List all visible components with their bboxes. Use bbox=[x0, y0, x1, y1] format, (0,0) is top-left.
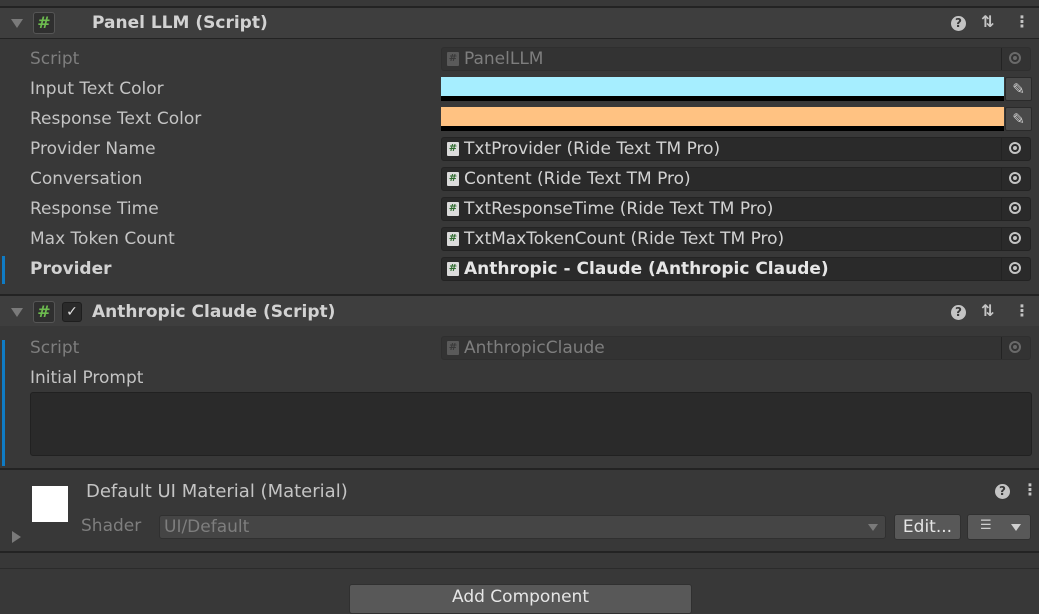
prop-label-max-token-count: Max Token Count bbox=[30, 229, 175, 249]
response-time-field[interactable]: # TxtResponseTime (Ride Text TM Pro) bbox=[441, 197, 1031, 221]
prop-label-script: Script bbox=[30, 49, 80, 69]
kebab-menu-icon[interactable]: ⋮ bbox=[1022, 480, 1038, 499]
object-picker-icon[interactable] bbox=[1001, 337, 1030, 359]
chevron-down-icon bbox=[868, 524, 878, 531]
prop-label-response-time: Response Time bbox=[30, 199, 159, 219]
script-icon: # bbox=[33, 12, 55, 34]
script-hash-icon: # bbox=[447, 52, 459, 66]
conversation-value: Content (Ride Text TM Pro) bbox=[464, 169, 691, 189]
help-icon[interactable]: ? bbox=[951, 16, 966, 31]
object-picker-icon[interactable] bbox=[1001, 138, 1030, 160]
help-icon[interactable]: ? bbox=[995, 484, 1010, 499]
alpha-bar bbox=[441, 96, 1004, 101]
anthropic-claude-header[interactable]: # ✓ Anthropic Claude (Script) ? ⇅ ⋮ bbox=[0, 296, 1039, 326]
material-preview-thumbnail bbox=[32, 486, 68, 522]
script-icon: # bbox=[33, 301, 55, 323]
shader-options-button[interactable]: ☰ bbox=[967, 514, 1031, 540]
input-color-swatch bbox=[441, 77, 1004, 96]
script-hash-icon: # bbox=[447, 202, 459, 216]
chevron-down-icon bbox=[1011, 524, 1021, 531]
response-text-color-field[interactable] bbox=[441, 107, 1004, 131]
prop-label-conversation: Conversation bbox=[30, 169, 143, 189]
foldout-triangle-down-icon[interactable] bbox=[11, 308, 23, 317]
initial-prompt-textarea[interactable] bbox=[30, 392, 1032, 456]
component-title: Anthropic Claude (Script) bbox=[92, 302, 336, 322]
override-indicator bbox=[2, 340, 5, 466]
component-separator bbox=[0, 468, 1039, 470]
override-indicator bbox=[2, 256, 5, 284]
object-picker-icon[interactable] bbox=[1001, 258, 1030, 280]
presets-icon[interactable]: ⇅ bbox=[981, 301, 994, 320]
provider-name-field[interactable]: # TxtProvider (Ride Text TM Pro) bbox=[441, 137, 1031, 161]
add-component-button[interactable]: Add Component bbox=[349, 584, 692, 614]
script-value: PanelLLM bbox=[464, 49, 544, 69]
shader-dropdown[interactable]: UI/Default bbox=[159, 515, 886, 539]
shader-label: Shader bbox=[81, 516, 142, 536]
prop-label-response-text-color: Response Text Color bbox=[30, 109, 202, 129]
alpha-bar bbox=[441, 126, 1004, 131]
component-title: Panel LLM (Script) bbox=[92, 13, 268, 33]
enabled-checkbox[interactable]: ✓ bbox=[62, 302, 82, 322]
foldout-triangle-right-icon[interactable] bbox=[12, 531, 21, 543]
object-picker-icon[interactable] bbox=[1001, 48, 1030, 70]
script-hash-icon: # bbox=[447, 232, 459, 246]
help-icon[interactable]: ? bbox=[951, 305, 966, 320]
response-color-swatch bbox=[441, 107, 1004, 126]
script-hash-icon: # bbox=[447, 262, 459, 276]
script-value: AnthropicClaude bbox=[464, 338, 605, 358]
material-separator bbox=[0, 551, 1039, 553]
object-picker-icon[interactable] bbox=[1001, 228, 1030, 250]
eyedropper-icon[interactable]: ✎ bbox=[1005, 107, 1032, 131]
conversation-field[interactable]: # Content (Ride Text TM Pro) bbox=[441, 167, 1031, 191]
script-field[interactable]: # PanelLLM bbox=[441, 47, 1031, 71]
script-hash-icon: # bbox=[447, 341, 459, 355]
input-text-color-field[interactable] bbox=[441, 77, 1004, 101]
kebab-menu-icon[interactable]: ⋮ bbox=[1014, 301, 1030, 320]
shader-value: UI/Default bbox=[164, 517, 250, 537]
prop-label-initial-prompt: Initial Prompt bbox=[30, 368, 144, 388]
prop-label-input-text-color: Input Text Color bbox=[30, 79, 164, 99]
response-time-value: TxtResponseTime (Ride Text TM Pro) bbox=[464, 199, 774, 219]
provider-value: Anthropic - Claude (Anthropic Claude) bbox=[464, 259, 829, 279]
edit-shader-button[interactable]: Edit... bbox=[894, 514, 961, 540]
prop-label-script: Script bbox=[30, 338, 80, 358]
provider-name-value: TxtProvider (Ride Text TM Pro) bbox=[464, 139, 721, 159]
header-divider bbox=[0, 38, 1039, 39]
object-picker-icon[interactable] bbox=[1001, 168, 1030, 190]
kebab-menu-icon[interactable]: ⋮ bbox=[1014, 12, 1030, 31]
object-picker-icon[interactable] bbox=[1001, 198, 1030, 220]
script-hash-icon: # bbox=[447, 142, 459, 156]
max-token-count-value: TxtMaxTokenCount (Ride Text TM Pro) bbox=[464, 229, 785, 249]
presets-icon[interactable]: ⇅ bbox=[981, 12, 994, 31]
list-icon: ☰ bbox=[980, 518, 992, 533]
panel-llm-header[interactable]: # Panel LLM (Script) ? ⇅ ⋮ bbox=[0, 8, 1039, 39]
foldout-triangle-down-icon[interactable] bbox=[11, 19, 23, 28]
script-field[interactable]: # AnthropicClaude bbox=[441, 336, 1031, 360]
eyedropper-icon[interactable]: ✎ bbox=[1005, 77, 1032, 101]
provider-field[interactable]: # Anthropic - Claude (Anthropic Claude) bbox=[441, 257, 1031, 281]
max-token-count-field[interactable]: # TxtMaxTokenCount (Ride Text TM Pro) bbox=[441, 227, 1031, 251]
prop-label-provider: Provider bbox=[30, 259, 112, 279]
bottom-separator bbox=[0, 568, 1039, 569]
material-title: Default UI Material (Material) bbox=[86, 481, 348, 502]
prop-label-provider-name: Provider Name bbox=[30, 139, 156, 159]
script-hash-icon: # bbox=[447, 172, 459, 186]
